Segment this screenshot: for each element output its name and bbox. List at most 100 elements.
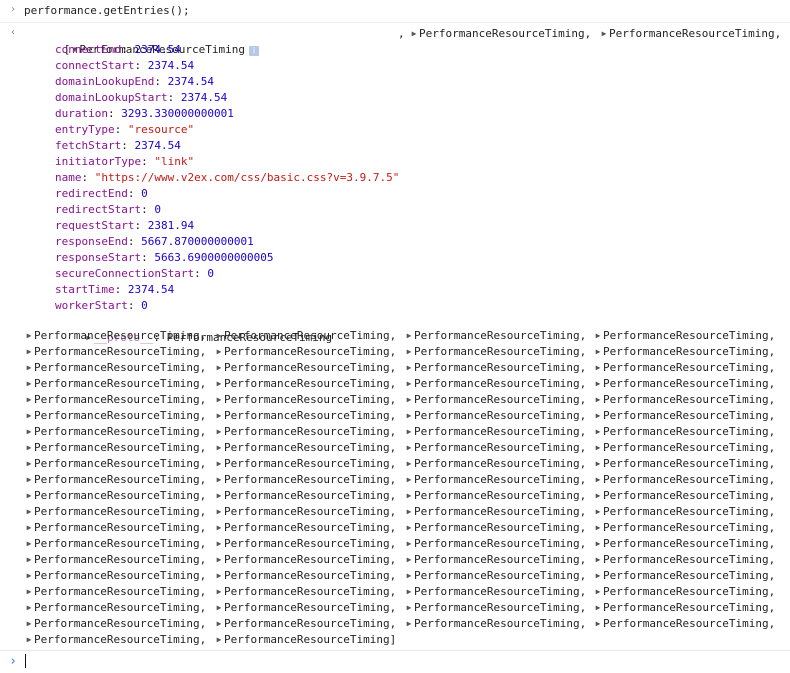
property-line[interactable]: secureConnectionStart: 0: [55, 266, 214, 282]
expand-triangle-icon[interactable]: ▶: [24, 616, 34, 632]
collapsed-entry[interactable]: ▶ PerformanceResourceTiming,: [593, 360, 776, 376]
collapsed-entry[interactable]: ▶ PerformanceResourceTiming,: [404, 328, 587, 344]
expand-triangle-icon[interactable]: ▶: [404, 504, 414, 520]
expand-triangle-icon[interactable]: ▶: [593, 504, 603, 520]
expand-triangle-icon[interactable]: ▶: [214, 344, 224, 360]
collapsed-entry[interactable]: ▶ PerformanceResourceTiming,: [214, 600, 397, 616]
expand-triangle-icon[interactable]: ▶: [24, 344, 34, 360]
collapsed-entry[interactable]: ▶ PerformanceResourceTiming,: [24, 472, 207, 488]
property-line[interactable]: workerStart: 0: [55, 298, 148, 314]
collapsed-entry[interactable]: ▶ PerformanceResourceTiming,: [404, 504, 587, 520]
property-line[interactable]: connectEnd: 2374.54: [55, 42, 181, 58]
collapsed-entry[interactable]: ▶ PerformanceResourceTiming,: [593, 440, 776, 456]
collapsed-entry[interactable]: ▶ PerformanceResourceTiming,: [24, 424, 207, 440]
collapsed-entry[interactable]: ▶ PerformanceResourceTiming,: [593, 504, 776, 520]
expand-triangle-icon[interactable]: ▶: [24, 552, 34, 568]
expand-triangle-icon[interactable]: ▶: [214, 456, 224, 472]
expand-triangle-icon[interactable]: ▶: [593, 616, 603, 632]
collapsed-entry[interactable]: ▶ PerformanceResourceTiming,: [593, 408, 776, 424]
expand-triangle-icon[interactable]: ▶: [214, 424, 224, 440]
collapsed-entry[interactable]: ▶ PerformanceResourceTiming,: [404, 392, 587, 408]
expand-triangle-icon[interactable]: ▶: [214, 600, 224, 616]
expand-triangle-icon[interactable]: ▶: [24, 360, 34, 376]
expand-triangle-icon[interactable]: ▶: [214, 552, 224, 568]
header-tail-entry-2[interactable]: ▶ PerformanceResourceTiming,: [599, 26, 782, 42]
collapsed-entry[interactable]: ▶ PerformanceResourceTiming,: [404, 568, 587, 584]
collapsed-entry[interactable]: ▶ PerformanceResourceTiming,: [593, 536, 776, 552]
expand-triangle-icon[interactable]: ▶: [404, 552, 414, 568]
collapsed-entry[interactable]: ▶ PerformanceResourceTiming,: [404, 552, 587, 568]
collapsed-entry[interactable]: ▶ PerformanceResourceTiming,: [593, 456, 776, 472]
collapsed-entry[interactable]: ▶ PerformanceResourceTiming,: [404, 488, 587, 504]
collapsed-entry[interactable]: ▶ PerformanceResourceTiming,: [593, 552, 776, 568]
console-command-text[interactable]: performance.getEntries();: [24, 3, 190, 19]
property-line[interactable]: domainLookupStart: 2374.54: [55, 90, 227, 106]
collapsed-entry[interactable]: ▶ PerformanceResourceTiming,: [214, 344, 397, 360]
collapsed-entry[interactable]: ▶ PerformanceResourceTiming,: [404, 408, 587, 424]
collapsed-entry[interactable]: ▶ PerformanceResourceTiming,: [404, 344, 587, 360]
expand-triangle-icon[interactable]: ▶: [24, 584, 34, 600]
expand-triangle-icon[interactable]: ▶: [214, 488, 224, 504]
expand-triangle-icon[interactable]: ▶: [214, 520, 224, 536]
expand-triangle-icon[interactable]: ▶: [24, 456, 34, 472]
collapsed-entry[interactable]: ▶ PerformanceResourceTiming,: [404, 456, 587, 472]
collapsed-entry[interactable]: ▶ PerformanceResourceTiming,: [24, 600, 207, 616]
property-line[interactable]: entryType: "resource": [55, 122, 194, 138]
property-line[interactable]: initiatorType: "link": [55, 154, 194, 170]
expand-triangle-icon[interactable]: ▶: [214, 408, 224, 424]
collapsed-entry[interactable]: ▶ PerformanceResourceTiming,: [24, 376, 207, 392]
expand-triangle-icon[interactable]: ▶: [214, 472, 224, 488]
collapsed-entry[interactable]: ▶ PerformanceResourceTiming,: [214, 552, 397, 568]
expand-triangle-icon[interactable]: ▶: [593, 568, 603, 584]
collapsed-entry[interactable]: ▶ PerformanceResourceTiming,: [24, 552, 207, 568]
property-line[interactable]: fetchStart: 2374.54: [55, 138, 181, 154]
collapsed-entry[interactable]: ▶ PerformanceResourceTiming,: [24, 536, 207, 552]
collapsed-entry[interactable]: ▶ PerformanceResourceTiming,: [214, 568, 397, 584]
expand-triangle-icon[interactable]: ▶: [593, 456, 603, 472]
property-line[interactable]: duration: 3293.330000000001: [55, 106, 234, 122]
collapsed-entry[interactable]: ▶ PerformanceResourceTiming,: [404, 472, 587, 488]
collapsed-entry[interactable]: ▶ PerformanceResourceTiming,: [404, 520, 587, 536]
expand-triangle-icon[interactable]: ▶: [404, 568, 414, 584]
property-line[interactable]: redirectEnd: 0: [55, 186, 148, 202]
collapsed-entry[interactable]: ▶ PerformanceResourceTiming,: [24, 328, 207, 344]
expand-triangle-icon[interactable]: ▶: [404, 408, 414, 424]
expand-triangle-icon[interactable]: ▶: [409, 26, 419, 42]
collapsed-entry[interactable]: ▶ PerformanceResourceTiming,: [214, 328, 397, 344]
collapsed-entry[interactable]: ▶ PerformanceResourceTiming,: [593, 600, 776, 616]
expand-triangle-icon[interactable]: ▶: [214, 328, 224, 344]
expand-triangle-icon[interactable]: ▶: [593, 440, 603, 456]
console-prompt-row[interactable]: ›: [0, 650, 790, 673]
expand-triangle-icon[interactable]: ▶: [24, 632, 34, 648]
collapsed-entry[interactable]: ▶ PerformanceResourceTiming,: [593, 472, 776, 488]
property-line[interactable]: domainLookupEnd: 2374.54: [55, 74, 214, 90]
collapsed-entry[interactable]: ▶ PerformanceResourceTiming,: [404, 440, 587, 456]
expand-triangle-icon[interactable]: ▶: [24, 568, 34, 584]
expand-triangle-icon[interactable]: ▶: [404, 536, 414, 552]
expand-triangle-icon[interactable]: ▶: [593, 328, 603, 344]
expand-triangle-icon[interactable]: ▶: [24, 392, 34, 408]
expand-triangle-icon[interactable]: ▶: [24, 520, 34, 536]
expand-triangle-icon[interactable]: ▶: [599, 26, 609, 42]
expand-triangle-icon[interactable]: ▶: [214, 376, 224, 392]
expand-triangle-icon[interactable]: ▶: [404, 376, 414, 392]
expand-triangle-icon[interactable]: ▶: [24, 488, 34, 504]
collapsed-entry[interactable]: ▶ PerformanceResourceTiming,: [214, 472, 397, 488]
expand-triangle-icon[interactable]: ▶: [593, 520, 603, 536]
collapsed-entry[interactable]: ▶ PerformanceResourceTiming,: [593, 424, 776, 440]
expand-triangle-icon[interactable]: ▶: [593, 536, 603, 552]
expand-triangle-icon[interactable]: ▶: [24, 328, 34, 344]
expand-triangle-icon[interactable]: ▶: [24, 424, 34, 440]
expand-triangle-icon[interactable]: ▶: [404, 440, 414, 456]
collapsed-entry[interactable]: ▶ PerformanceResourceTiming,: [593, 568, 776, 584]
expand-triangle-icon[interactable]: ▶: [404, 488, 414, 504]
collapsed-entry[interactable]: ▶ PerformanceResourceTiming,: [214, 424, 397, 440]
collapsed-entry[interactable]: ▶ PerformanceResourceTiming,: [214, 376, 397, 392]
expand-triangle-icon[interactable]: ▶: [593, 488, 603, 504]
expand-triangle-icon[interactable]: ▶: [24, 472, 34, 488]
expand-triangle-icon[interactable]: ▶: [404, 424, 414, 440]
collapsed-entry[interactable]: ▶ PerformanceResourceTiming,: [214, 488, 397, 504]
collapsed-entry[interactable]: ▶ PerformanceResourceTiming,: [24, 456, 207, 472]
expand-triangle-icon[interactable]: ▶: [593, 360, 603, 376]
collapsed-entry[interactable]: ▶ PerformanceResourceTiming,: [593, 392, 776, 408]
